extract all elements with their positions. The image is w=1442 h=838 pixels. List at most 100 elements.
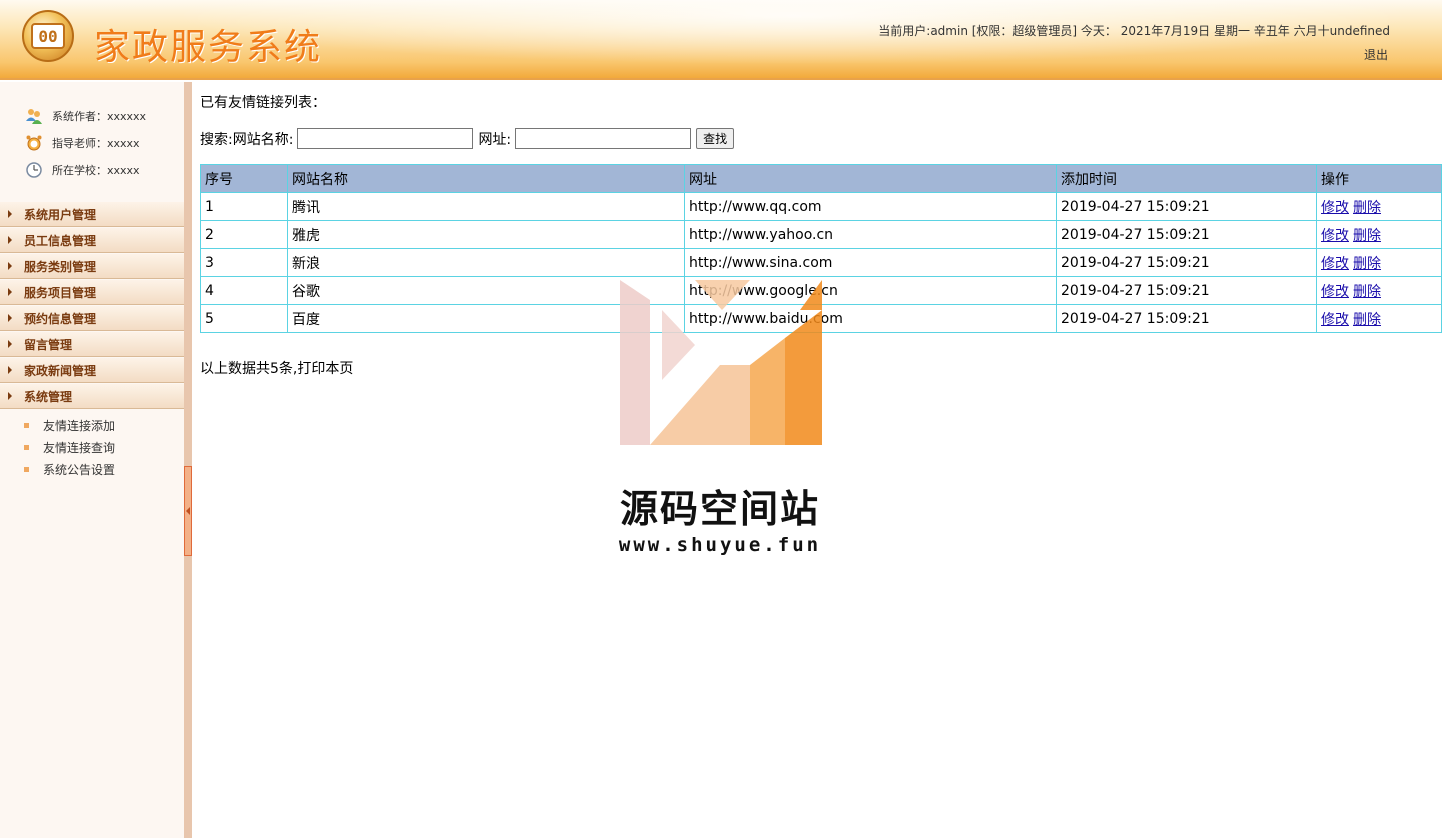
bullet-icon	[24, 444, 29, 450]
summary-text: 以上数据共5条,打印本页	[200, 361, 354, 377]
table-row: 4 谷歌 http://www.google.cn 2019-04-27 15:…	[200, 276, 1442, 305]
watermark-url: www.shuyue.fun	[618, 534, 822, 556]
users-icon	[24, 107, 44, 125]
cell-url: http://www.sina.com	[684, 248, 1057, 277]
cell-time: 2019-04-27 15:09:21	[1056, 220, 1317, 249]
submenu-system-management: 友情连接添加 友情连接查询 系统公告设置	[0, 410, 184, 480]
info-author: 系统作者：xxxxxx	[24, 102, 146, 129]
table-row: 1 腾讯 http://www.qq.com 2019-04-27 15:09:…	[200, 192, 1442, 221]
edit-link[interactable]: 修改	[1321, 200, 1349, 216]
sidebar-menu: 系统用户管理 员工信息管理 服务类别管理 服务项目管理 预约信息管理 留言管理 …	[0, 202, 184, 480]
menu-item-service-items[interactable]: 服务项目管理	[0, 280, 184, 305]
caret-right-icon	[8, 314, 12, 322]
cell-actions: 修改 删除	[1316, 220, 1442, 249]
info-teacher: 指导老师：xxxxx	[24, 129, 146, 156]
cell-name: 百度	[287, 304, 685, 333]
delete-link[interactable]: 删除	[1353, 200, 1381, 216]
edit-link[interactable]: 修改	[1321, 284, 1349, 300]
cell-url: http://www.yahoo.cn	[684, 220, 1057, 249]
header: 00 家政服务系统 当前用户:admin [权限：超级管理员] 今天： 2021…	[0, 0, 1442, 80]
list-title: 已有友情链接列表：	[200, 95, 326, 111]
cell-name: 雅虎	[287, 220, 685, 249]
caret-right-icon	[8, 236, 12, 244]
info-teacher-label: 指导老师：xxxxx	[52, 136, 140, 150]
bullet-icon	[24, 466, 29, 472]
caret-right-icon	[8, 288, 12, 296]
sidebar-divider	[184, 82, 192, 838]
cell-no: 4	[200, 276, 288, 305]
col-header-no: 序号	[200, 164, 288, 193]
logo: 00	[22, 10, 74, 62]
collapse-sidebar-handle[interactable]	[184, 466, 192, 556]
cell-no: 5	[200, 304, 288, 333]
col-header-actions: 操作	[1316, 164, 1442, 193]
cell-time: 2019-04-27 15:09:21	[1056, 304, 1317, 333]
cell-name: 腾讯	[287, 192, 685, 221]
submenu-item-add-link[interactable]: 友情连接添加	[0, 414, 184, 436]
submenu-item-label: 系统公告设置	[43, 462, 116, 477]
app-title: 家政服务系统	[94, 27, 323, 68]
table-row: 5 百度 http://www.baidu.com 2019-04-27 15:…	[200, 304, 1442, 333]
delete-link[interactable]: 删除	[1353, 312, 1381, 328]
submenu-item-label: 友情连接查询	[43, 440, 116, 455]
cell-no: 3	[200, 248, 288, 277]
table-row: 3 新浪 http://www.sina.com 2019-04-27 15:0…	[200, 248, 1442, 277]
sidebar: 系统作者：xxxxxx 指导老师：xxxxx 所在学校：xxxxx 系统用户管理…	[0, 82, 184, 838]
menu-item-label: 系统管理	[24, 389, 73, 404]
caret-right-icon	[8, 392, 12, 400]
cell-url: http://www.baidu.com	[684, 304, 1057, 333]
menu-item-label: 留言管理	[24, 337, 73, 352]
cell-url: http://www.google.cn	[684, 276, 1057, 305]
delete-link[interactable]: 删除	[1353, 228, 1381, 244]
caret-right-icon	[8, 262, 12, 270]
menu-item-employees[interactable]: 员工信息管理	[0, 228, 184, 253]
clock-icon	[24, 161, 44, 179]
bullet-icon	[24, 422, 29, 428]
cell-url: http://www.qq.com	[684, 192, 1057, 221]
menu-item-label: 服务项目管理	[24, 285, 97, 300]
menu-item-service-categories[interactable]: 服务类别管理	[0, 254, 184, 279]
table-header-row: 序号 网站名称 网址 添加时间 操作	[200, 164, 1442, 193]
menu-item-appointments[interactable]: 预约信息管理	[0, 306, 184, 331]
logout-link[interactable]: 退出	[1364, 46, 1388, 63]
sidebar-info: 系统作者：xxxxxx 指导老师：xxxxx 所在学校：xxxxx	[24, 102, 146, 183]
caret-right-icon	[8, 366, 12, 374]
cell-actions: 修改 删除	[1316, 276, 1442, 305]
search-button[interactable]: 查找	[696, 128, 735, 149]
search-bar: 搜索:网站名称: 网址: 查找	[200, 128, 735, 149]
cell-name: 新浪	[287, 248, 685, 277]
col-header-name: 网站名称	[287, 164, 685, 193]
info-school-label: 所在学校：xxxxx	[52, 163, 140, 177]
caret-right-icon	[8, 210, 12, 218]
url-input[interactable]	[515, 128, 692, 149]
logo-mark: 00	[31, 23, 65, 49]
cell-no: 1	[200, 192, 288, 221]
cell-time: 2019-04-27 15:09:21	[1056, 276, 1317, 305]
edit-link[interactable]: 修改	[1321, 312, 1349, 328]
info-author-label: 系统作者：xxxxxx	[52, 109, 147, 123]
delete-link[interactable]: 删除	[1353, 284, 1381, 300]
edit-link[interactable]: 修改	[1321, 256, 1349, 272]
cell-name: 谷歌	[287, 276, 685, 305]
watermark-text: 源码空间站	[619, 487, 820, 531]
delete-link[interactable]: 删除	[1353, 256, 1381, 272]
edit-link[interactable]: 修改	[1321, 228, 1349, 244]
cell-actions: 修改 删除	[1316, 304, 1442, 333]
menu-item-messages[interactable]: 留言管理	[0, 332, 184, 357]
col-header-url: 网址	[684, 164, 1057, 193]
submenu-item-query-link[interactable]: 友情连接查询	[0, 436, 184, 458]
search-url-label: 网址:	[478, 131, 512, 148]
site-name-input[interactable]	[297, 128, 474, 149]
menu-item-label: 预约信息管理	[24, 311, 97, 326]
table-row: 2 雅虎 http://www.yahoo.cn 2019-04-27 15:0…	[200, 220, 1442, 249]
alarm-clock-icon	[24, 134, 44, 152]
info-school: 所在学校：xxxxx	[24, 156, 146, 183]
caret-right-icon	[8, 340, 12, 348]
menu-item-label: 员工信息管理	[24, 233, 97, 248]
menu-item-label: 系统用户管理	[24, 207, 97, 222]
menu-item-label: 家政新闻管理	[24, 363, 97, 378]
menu-item-system-users[interactable]: 系统用户管理	[0, 202, 184, 227]
menu-item-system-management[interactable]: 系统管理	[0, 384, 184, 409]
menu-item-news[interactable]: 家政新闻管理	[0, 358, 184, 383]
submenu-item-announcement[interactable]: 系统公告设置	[0, 458, 184, 480]
